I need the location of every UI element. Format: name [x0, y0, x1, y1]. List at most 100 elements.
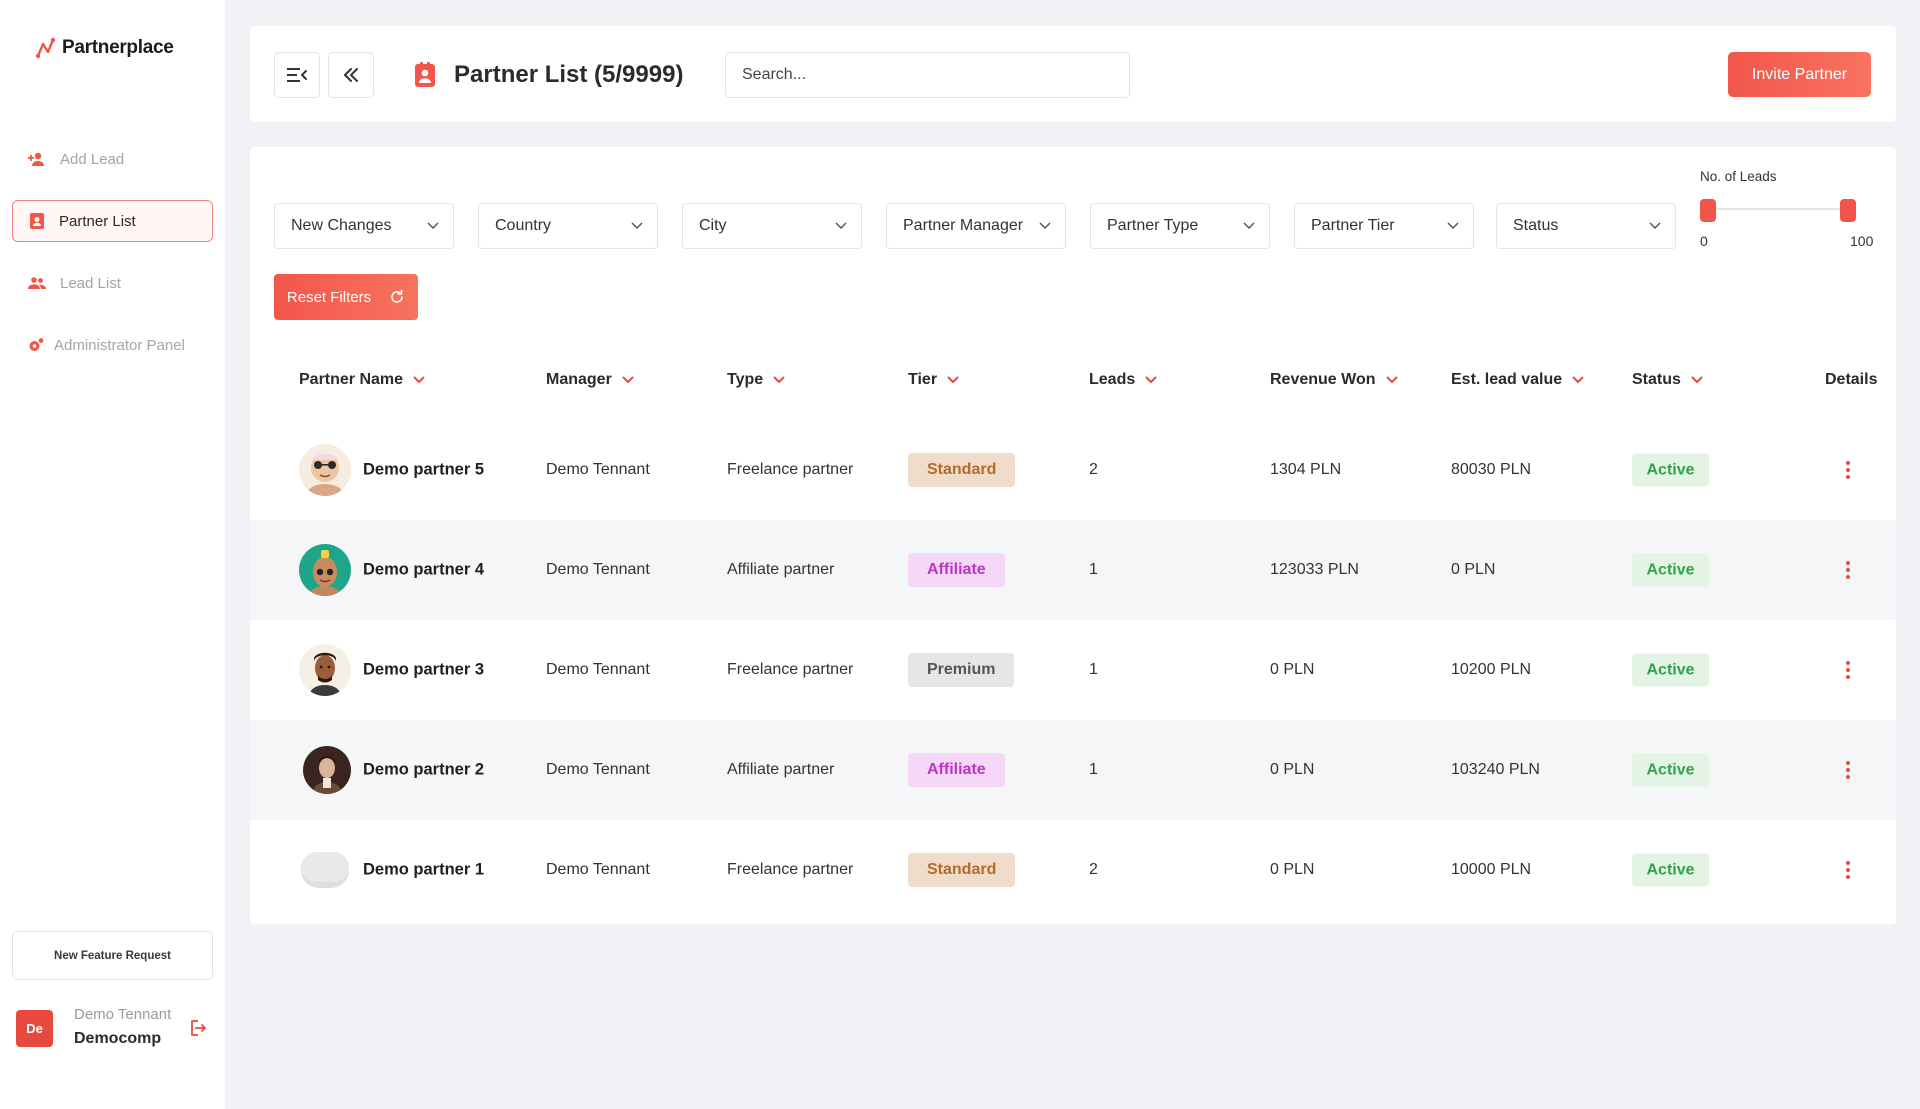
column-header-est-lead-value[interactable]: Est. lead value — [1451, 368, 1584, 392]
column-label: Tier — [908, 371, 938, 388]
column-header-type[interactable]: Type — [727, 368, 785, 392]
column-header-revenue-won[interactable]: Revenue Won — [1270, 368, 1398, 392]
users-icon — [28, 277, 46, 289]
type-cell: Affiliate partner — [727, 761, 835, 778]
range-track[interactable] — [1708, 208, 1854, 210]
page-title: Partner List (5/9999) — [454, 61, 684, 88]
manager-cell: Demo Tennant — [546, 461, 650, 478]
reset-filters-button[interactable]: Reset Filters — [274, 274, 418, 320]
est-value-cell: 10200 PLN — [1451, 661, 1532, 678]
table-row[interactable]: Demo partner 2 Demo Tennant Affiliate pa… — [250, 720, 1896, 820]
column-header-manager[interactable]: Manager — [546, 368, 634, 392]
sort-chevron-icon — [1691, 376, 1703, 384]
row-menu-icon[interactable] — [1842, 459, 1854, 481]
column-header-details: Details — [1825, 368, 1877, 392]
leads-cell: 2 — [1089, 461, 1098, 478]
chevron-down-icon — [1039, 222, 1051, 230]
partner-avatar — [299, 844, 351, 896]
column-label: Partner Name — [299, 371, 404, 388]
brand-logo[interactable]: Partnerplace — [36, 34, 174, 62]
partner-name[interactable]: Demo partner 3 — [363, 661, 484, 680]
filter-country[interactable]: Country — [478, 203, 658, 249]
revenue-cell: 1304 PLN — [1270, 461, 1342, 478]
column-header-leads[interactable]: Leads — [1089, 368, 1157, 392]
page-title-group: Partner List (5/9999) — [414, 60, 683, 90]
leads-cell: 1 — [1089, 661, 1098, 678]
new-feature-request-button[interactable]: New Feature Request — [12, 931, 213, 980]
type-cell: Freelance partner — [727, 461, 854, 478]
logout-icon[interactable] — [189, 1019, 207, 1037]
sidebar-item-administrator-panel[interactable]: Administrator Panel — [12, 324, 213, 366]
column-header-status[interactable]: Status — [1632, 368, 1703, 392]
search-input[interactable] — [725, 52, 1130, 98]
column-label: Est. lead value — [1451, 371, 1563, 388]
filter-partner-type[interactable]: Partner Type — [1090, 203, 1270, 249]
sort-chevron-icon — [1385, 376, 1398, 384]
toggle-menu-button[interactable] — [274, 52, 320, 98]
partner-name[interactable]: Demo partner 5 — [363, 461, 484, 480]
filter-new-changes[interactable]: New Changes — [274, 203, 454, 249]
filter-partner-tier[interactable]: Partner Tier — [1294, 203, 1474, 249]
partner-avatar — [299, 644, 351, 696]
revenue-cell: 0 PLN — [1270, 661, 1315, 678]
row-menu-icon[interactable] — [1842, 859, 1854, 881]
filter-label: Partner Type — [1107, 217, 1199, 234]
brand-name: Partnerplace — [62, 37, 174, 58]
avatar[interactable]: De — [16, 1010, 53, 1047]
table-row[interactable]: Demo partner 4 Demo Tennant Affiliate pa… — [250, 520, 1896, 620]
table-row[interactable]: Demo partner 1 Demo Tennant Freelance pa… — [250, 820, 1896, 920]
sidebar-item-lead-list[interactable]: Lead List — [12, 262, 213, 304]
filter-status[interactable]: Status — [1496, 203, 1676, 249]
range-max-handle[interactable] — [1840, 199, 1856, 222]
filter-label: Status — [1513, 217, 1559, 234]
column-header-tier[interactable]: Tier — [908, 368, 959, 392]
range-min-value: 0 — [1700, 233, 1708, 249]
filter-label: Country — [495, 217, 552, 234]
sidebar-item-add-lead[interactable]: Add Lead — [12, 138, 213, 180]
partner-name[interactable]: Demo partner 2 — [363, 761, 484, 780]
page-header: Partner List (5/9999) Invite Partner — [250, 26, 1896, 122]
column-header-partner-name[interactable]: Partner Name — [299, 368, 425, 392]
column-label: Details — [1825, 371, 1878, 388]
sidebar-item-partner-list[interactable]: Partner List — [12, 200, 213, 242]
leads-cell: 1 — [1089, 561, 1098, 578]
filter-label: City — [699, 217, 727, 234]
chevron-down-icon — [1649, 222, 1661, 230]
table-row[interactable]: Demo partner 3 Demo Tennant Freelance pa… — [250, 620, 1896, 720]
invite-partner-button[interactable]: Invite Partner — [1728, 52, 1871, 97]
tier-badge: Standard — [908, 453, 1016, 487]
row-menu-icon[interactable] — [1842, 659, 1854, 681]
reset-filters-label: Reset Filters — [286, 288, 372, 306]
sidebar-item-label: Partner List — [59, 212, 136, 230]
revenue-cell: 123033 PLN — [1270, 561, 1359, 578]
gear-user-icon — [29, 338, 44, 351]
contact-book-icon — [30, 213, 44, 229]
filter-city[interactable]: City — [682, 203, 862, 249]
manager-cell: Demo Tennant — [546, 661, 650, 678]
partner-list-card: New Changes Country City Partner Manager… — [250, 147, 1896, 924]
back-button[interactable] — [328, 52, 374, 98]
sidebar-item-label: Lead List — [60, 274, 121, 292]
partner-avatar — [303, 746, 351, 794]
status-badge: Active — [1632, 653, 1709, 687]
tier-badge: Affiliate — [908, 753, 1005, 787]
est-value-cell: 10000 PLN — [1451, 861, 1532, 878]
refresh-icon — [391, 289, 403, 303]
table-row[interactable]: Demo partner 5 Demo Tennant Freelance pa… — [250, 420, 1896, 520]
partner-name[interactable]: Demo partner 4 — [363, 561, 484, 580]
filter-partner-manager[interactable]: Partner Manager — [886, 203, 1066, 249]
type-cell: Freelance partner — [727, 661, 854, 678]
row-menu-icon[interactable] — [1842, 559, 1854, 581]
sort-chevron-icon — [622, 376, 634, 384]
row-menu-icon[interactable] — [1842, 759, 1854, 781]
status-badge: Active — [1632, 553, 1709, 587]
range-min-handle[interactable] — [1700, 199, 1716, 222]
est-value-cell: 0 PLN — [1451, 561, 1496, 578]
sidebar-item-label: Add Lead — [60, 150, 125, 168]
double-chevron-left-icon — [344, 68, 358, 82]
range-max-value: 100 — [1850, 233, 1874, 249]
user-name: Demo Tennant — [74, 1006, 172, 1023]
partner-name[interactable]: Demo partner 1 — [363, 861, 484, 880]
revenue-cell: 0 PLN — [1270, 861, 1315, 878]
column-label: Revenue Won — [1270, 371, 1376, 388]
